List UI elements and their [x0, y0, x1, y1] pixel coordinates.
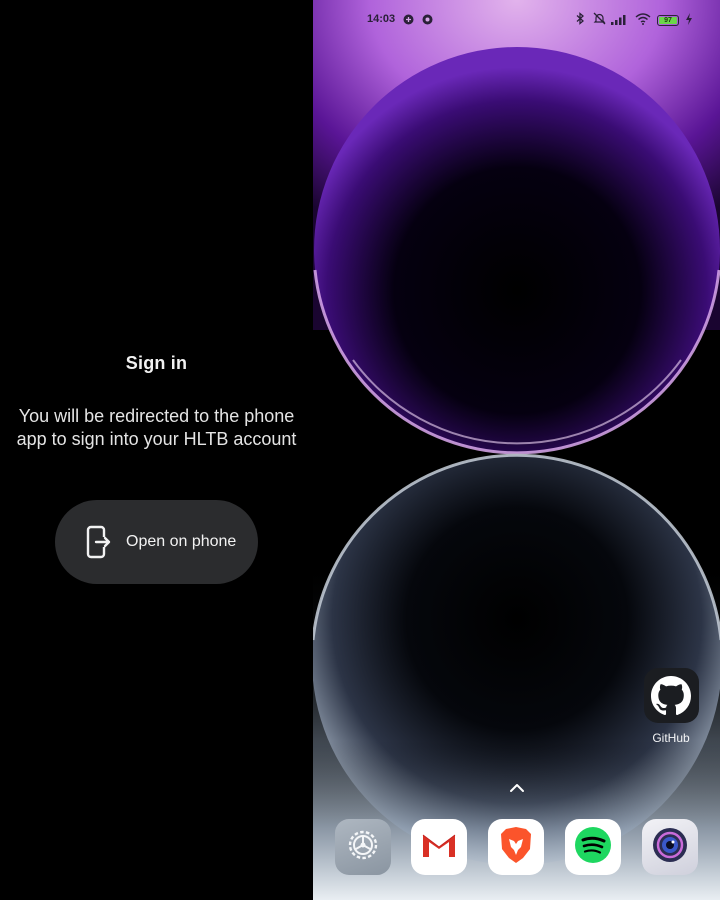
open-on-phone-button[interactable]: Open on phone: [55, 500, 258, 584]
mute-icon: [593, 12, 606, 30]
status-time: 14:03: [367, 13, 396, 25]
dock-app-brave[interactable]: [488, 819, 544, 875]
charging-icon: [685, 12, 693, 30]
github-label: GitHub: [652, 731, 690, 745]
open-on-phone-label: Open on phone: [126, 533, 237, 550]
signin-title: Sign in: [125, 353, 188, 373]
bluetooth-icon: [575, 12, 585, 30]
github-icon[interactable]: [643, 668, 699, 723]
camera-icon: [650, 825, 690, 870]
battery-level: 97: [664, 17, 672, 24]
status-bar: 14:03 97: [313, 10, 720, 30]
notification-icon: [422, 12, 433, 30]
dock-app-settings[interactable]: [335, 819, 391, 875]
github-shortcut[interactable]: GitHub: [643, 668, 699, 745]
spotify-icon: [573, 825, 613, 870]
dock-app-gmail[interactable]: [411, 819, 467, 875]
notification-icon: [403, 12, 414, 30]
wifi-icon: [635, 12, 651, 30]
phone-home-screen: 14:03 97 GitHub: [313, 0, 720, 900]
open-on-phone-icon: [85, 525, 113, 559]
signal-icon: [611, 12, 629, 30]
gmail-icon: [419, 829, 459, 866]
dock-app-camera[interactable]: [642, 819, 698, 875]
watch-signin-panel: Sign in You will be redirected to the ph…: [0, 0, 313, 900]
settings-icon: [345, 827, 381, 868]
chevron-up-icon[interactable]: [509, 780, 525, 798]
dock-app-spotify[interactable]: [565, 819, 621, 875]
wallpaper: [313, 0, 720, 900]
signin-message: You will be redirected to the phone app …: [16, 406, 297, 449]
brave-icon: [497, 825, 535, 870]
battery-icon: 97: [657, 13, 679, 31]
